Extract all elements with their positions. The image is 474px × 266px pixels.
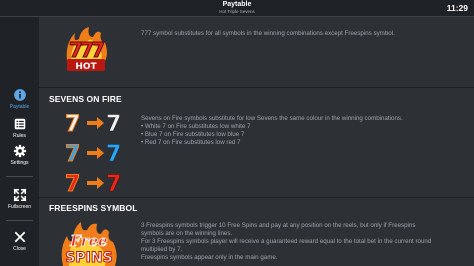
blue-seven-icon: 7 (106, 142, 121, 167)
section-divider (39, 87, 474, 88)
game-subtitle: Hot Triple Sevens (219, 9, 255, 14)
white-fire-seven-icon: 7 (65, 112, 80, 137)
title-bar: Paytable Hot Triple Sevens 11:29 (0, 0, 474, 17)
sidebar-item-rules[interactable]: Rules (0, 117, 39, 147)
freespins-description: 3 Freespins symbols trigger 10 Free Spin… (141, 222, 432, 261)
freespins-header: FREESPINS SYMBOL (49, 203, 138, 213)
sevens-on-fire-description: Sevens on Fire symbols substitute for lo… (141, 115, 403, 146)
freespins-symbol-text-free: Free (69, 232, 107, 250)
hot-symbol-text: HOT (75, 62, 97, 72)
sidebar-item-label: Settings (10, 160, 29, 166)
section-divider (39, 197, 474, 198)
sidebar-item-label: Paytable (9, 104, 30, 110)
freespins-symbol: Free SPINS (61, 222, 117, 266)
close-icon (14, 231, 25, 243)
fullscreen-icon (13, 188, 26, 202)
clock: 11:29 (446, 3, 468, 13)
sevens-on-fire-symbols: 7 7 7 7 7 7 (65, 112, 122, 198)
red-fire-seven-icon: 7 (65, 172, 80, 197)
sevens-on-fire-header: SEVENS ON FIRE (49, 94, 122, 104)
white-seven-icon: 7 (106, 112, 121, 137)
sidebar-item-label: Fullscreen (7, 204, 32, 210)
sidebar-divider (6, 220, 33, 221)
arrow-icon (87, 117, 104, 129)
blue-fire-seven-icon: 7 (65, 142, 80, 167)
list-icon (14, 118, 25, 130)
arrow-icon (87, 177, 104, 189)
sidebar-item-label: Close (13, 246, 26, 252)
page-title: Paytable (222, 1, 252, 8)
info-icon (13, 89, 26, 101)
sidebar-item-paytable[interactable]: Paytable (0, 88, 39, 118)
svg-text:7: 7 (91, 38, 105, 62)
sidebar: Paytable Rules Settings Fullscreen Close (0, 17, 39, 266)
hot-777-symbol: 7 7 7 HOT (66, 27, 107, 72)
red-seven-icon: 7 (106, 172, 121, 197)
paytable-content[interactable]: 7 7 7 HOT 777 symbol substitutes for all… (39, 17, 474, 266)
sidebar-item-close[interactable]: Close (0, 230, 39, 260)
freespins-symbol-text-spins: SPINS (65, 250, 112, 266)
arrow-icon (87, 147, 104, 159)
hot-description: 777 symbol substitutes for all symbols i… (141, 30, 395, 37)
sidebar-item-label: Rules (13, 133, 26, 139)
gear-icon (13, 144, 26, 158)
sidebar-divider (6, 176, 33, 177)
sidebar-item-fullscreen[interactable]: Fullscreen (0, 188, 39, 218)
sidebar-item-settings[interactable]: Settings (0, 144, 39, 174)
